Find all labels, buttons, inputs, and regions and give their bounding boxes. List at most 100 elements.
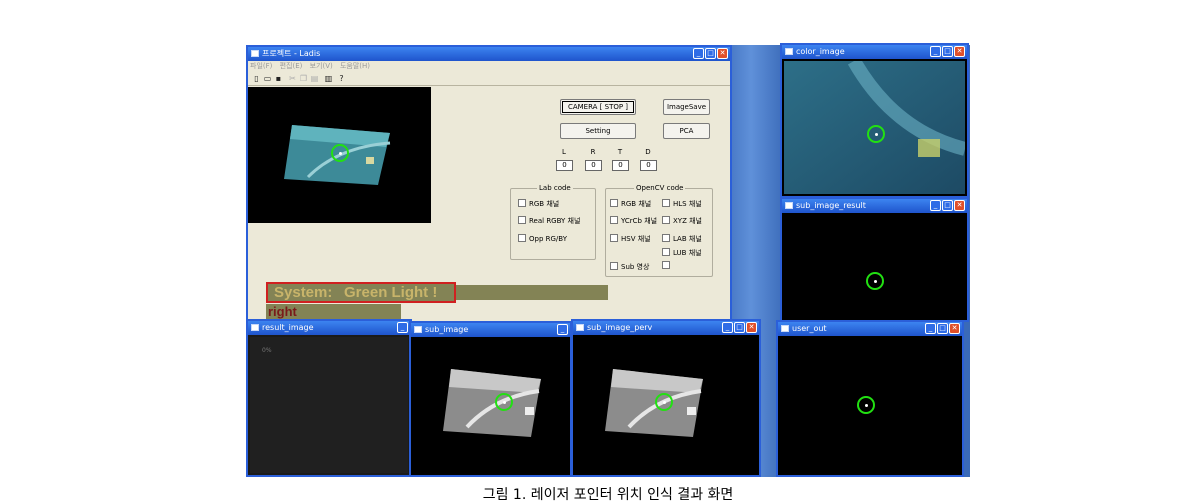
toolbar: ▯ ▭ ▪ ✂ ❐ ▤ ▥ ? (248, 72, 730, 86)
close-icon[interactable]: ✕ (717, 48, 728, 59)
lab-real-rgby-checkbox[interactable]: Real RGBY 채널 (518, 216, 580, 226)
color-image-view (784, 61, 965, 194)
sub-image-view (443, 369, 541, 437)
camera-preview (248, 87, 431, 223)
print-icon[interactable]: ▥ (324, 74, 333, 83)
opencv-code-title: OpenCV code (634, 184, 686, 193)
cut-icon[interactable]: ✂ (288, 74, 297, 83)
window-icon (785, 202, 793, 209)
sub-image-title: sub_image (425, 325, 469, 334)
menu-edit[interactable]: 편집(E) (280, 62, 303, 70)
setting-button[interactable]: Setting (560, 123, 636, 139)
lab-rgb-checkbox[interactable]: RGB 채널 (518, 199, 559, 209)
label-t: T (617, 148, 623, 156)
pca-button[interactable]: PCA (663, 123, 710, 139)
main-window-title: 프로젝트 - Ladis (262, 49, 321, 58)
help-icon[interactable]: ? (337, 74, 346, 83)
laser-point (663, 401, 666, 404)
user-out-titlebar[interactable]: user_out _ □ ✕ (778, 322, 962, 336)
value-l[interactable]: 0 (556, 160, 573, 171)
laser-point (874, 280, 877, 283)
laser-point (875, 133, 878, 136)
lab-code-group: Lab code RGB 채널 Real RGBY 채널 Opp RG/BY (510, 184, 596, 260)
close-icon[interactable]: ✕ (954, 46, 965, 57)
minimize-icon[interactable]: _ (925, 323, 936, 334)
window-icon (785, 48, 793, 55)
label-r: R (590, 148, 596, 156)
close-icon[interactable]: ✕ (954, 200, 965, 211)
minimize-icon[interactable]: _ (930, 46, 941, 57)
window-icon (576, 324, 584, 331)
maximize-icon[interactable]: □ (705, 48, 716, 59)
status-strip (452, 285, 608, 300)
opencv-xyz-checkbox[interactable]: XYZ 채널 (662, 216, 702, 226)
user-out-title: user_out (792, 324, 827, 333)
menu-help[interactable]: 도움말(H) (340, 62, 370, 70)
copy-icon[interactable]: ❐ (299, 74, 308, 83)
close-icon[interactable]: ✕ (746, 322, 757, 333)
sub-image-result-window: sub_image_result _ □ ✕ (780, 197, 969, 322)
laser-point (503, 401, 506, 404)
sub-image-window: sub_image _ (409, 321, 572, 477)
camera-stop-button[interactable]: CAMERA [ STOP ] (560, 99, 636, 115)
sub-image-perv-window: sub_image_perv _ □ ✕ (571, 319, 761, 477)
result-overlay-text: 0% (262, 347, 272, 354)
open-icon[interactable]: ▭ (263, 74, 272, 83)
system-status-box: System: Green Light ! (266, 282, 456, 303)
opencv-ycrcb-checkbox[interactable]: YCrCb 채널 (610, 216, 657, 226)
maximize-icon[interactable]: □ (942, 46, 953, 57)
sub-image-perv-view (605, 369, 703, 437)
opencv-extra-checkbox[interactable] (662, 261, 673, 271)
value-r[interactable]: 0 (585, 160, 602, 171)
menu-bar: 파일(F) 편집(E) 보기(V) 도움말(H) (248, 61, 730, 72)
maximize-icon[interactable]: □ (734, 322, 745, 333)
window-icon (781, 325, 789, 332)
minimize-icon[interactable]: _ (930, 200, 941, 211)
direction-strip: right (266, 304, 401, 320)
opencv-code-group: OpenCV code RGB 채널 YCrCb 채널 HSV 채널 Sub 영… (605, 184, 713, 277)
maximize-icon[interactable]: □ (937, 323, 948, 334)
minimize-icon[interactable]: _ (693, 48, 704, 59)
window-icon (251, 324, 259, 331)
sub-image-result-title: sub_image_result (796, 201, 866, 210)
system-label: System: (274, 284, 333, 301)
sub-image-titlebar[interactable]: sub_image _ (411, 323, 570, 337)
lab-opp-checkbox[interactable]: Opp RG/BY (518, 234, 567, 244)
image-save-button[interactable]: ImageSave (663, 99, 710, 115)
color-image-titlebar[interactable]: color_image _ □ ✕ (782, 45, 967, 59)
color-image-window: color_image _ □ ✕ (780, 43, 969, 198)
sub-image-perv-title: sub_image_perv (587, 323, 653, 332)
user-out-window: user_out _ □ ✕ (776, 320, 964, 477)
window-icon (414, 326, 422, 333)
laser-point (865, 404, 868, 407)
green-light-status: Green Light ! (344, 284, 438, 301)
result-image-title: result_image (262, 323, 314, 332)
minimize-icon[interactable]: _ (557, 324, 568, 335)
sub-image-result-titlebar[interactable]: sub_image_result _ □ ✕ (782, 199, 967, 213)
lab-code-title: Lab code (537, 184, 573, 193)
menu-file[interactable]: 파일(F) (250, 62, 272, 70)
opencv-hls-checkbox[interactable]: HLS 채널 (662, 199, 702, 209)
opencv-lub-checkbox[interactable]: LUB 채널 (662, 248, 702, 258)
minimize-icon[interactable]: _ (722, 322, 733, 333)
new-icon[interactable]: ▯ (252, 74, 261, 83)
opencv-rgb-checkbox[interactable]: RGB 채널 (610, 199, 651, 209)
result-image-titlebar[interactable]: result_image _ (248, 321, 410, 335)
save-icon[interactable]: ▪ (274, 74, 283, 83)
paste-icon[interactable]: ▤ (310, 74, 319, 83)
color-image-title: color_image (796, 47, 845, 56)
opencv-hsv-checkbox[interactable]: HSV 채널 (610, 234, 651, 244)
value-d[interactable]: 0 (640, 160, 657, 171)
main-window: 프로젝트 - Ladis _ □ ✕ 파일(F) 편집(E) 보기(V) 도움말… (246, 45, 732, 325)
opencv-lab-checkbox[interactable]: LAB 채널 (662, 234, 702, 244)
maximize-icon[interactable]: □ (942, 200, 953, 211)
app-icon (251, 50, 259, 57)
value-t[interactable]: 0 (612, 160, 629, 171)
minimize-icon[interactable]: _ (397, 322, 408, 333)
menu-view[interactable]: 보기(V) (310, 62, 333, 70)
main-titlebar[interactable]: 프로젝트 - Ladis _ □ ✕ (248, 47, 730, 61)
close-icon[interactable]: ✕ (949, 323, 960, 334)
opencv-sub-checkbox[interactable]: Sub 영상 (610, 262, 649, 272)
sub-image-perv-titlebar[interactable]: sub_image_perv _ □ ✕ (573, 321, 759, 335)
direction-text: right (268, 304, 297, 319)
